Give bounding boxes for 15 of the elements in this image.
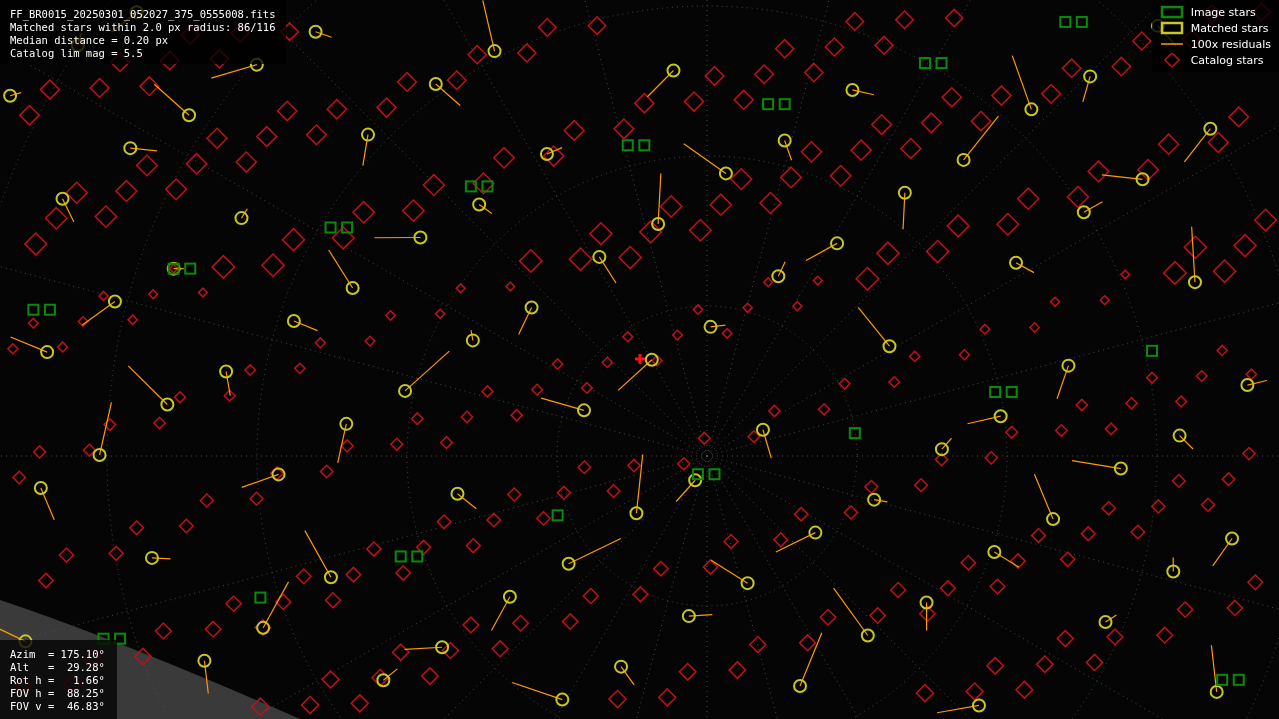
info-text: Catalog lim mag = 5.5 <box>10 47 144 60</box>
legend-label: Matched stars <box>1190 21 1269 35</box>
pointing-text: FOV v = 46.83° <box>10 700 105 713</box>
info-text: FF_BR0015_20250301_052027_375_0555008.fits <box>10 8 276 21</box>
image-marker-icon <box>1159 5 1184 19</box>
pointing-text: Azim = 175.10° <box>10 648 105 661</box>
pointing-text: Alt = 29.28° <box>10 661 105 674</box>
legend-label: Catalog stars <box>1190 53 1264 67</box>
legend-label: Image stars <box>1190 5 1256 19</box>
legend-label: 100x residuals <box>1190 37 1271 51</box>
pointing-text: Rot h = 1.66° <box>10 674 105 687</box>
info-text: Median distance = 0.20 px <box>10 34 170 47</box>
matched-marker-icon <box>1159 21 1184 35</box>
info-text: Matched stars within 2.0 px radius: 86/116 <box>10 21 276 34</box>
pointing-text: FOV h = 88.25° <box>10 687 105 700</box>
